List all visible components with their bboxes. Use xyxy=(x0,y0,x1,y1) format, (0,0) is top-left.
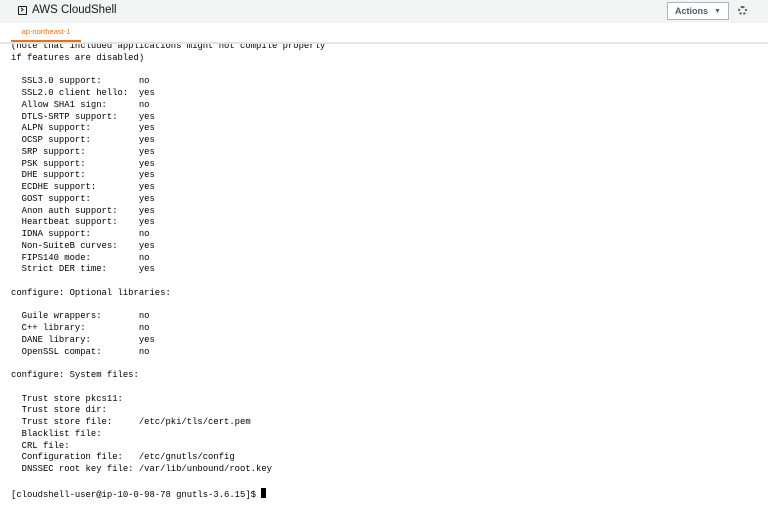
actions-label: Actions xyxy=(675,6,709,16)
terminal-icon xyxy=(18,5,27,15)
terminal-line: SSL2.0 client hello: yes xyxy=(21,88,155,98)
terminal-line: C++ library: no xyxy=(21,323,150,333)
terminal-line: Guile wrappers: no xyxy=(21,311,150,322)
actions-button[interactable]: Actions ▼ xyxy=(667,2,729,20)
terminal-line: CRL file: xyxy=(21,440,70,451)
terminal-line: PSK support: yes xyxy=(21,158,155,169)
terminal-line: Non-SuiteB curves: yes xyxy=(21,240,155,251)
terminal-prompt: [cloudshell-user@ip-10-0-98-78 gnutls-3.… xyxy=(11,489,262,500)
terminal-line: Anon auth support: yes xyxy=(21,205,155,216)
terminal-lines: (note that included applications might n… xyxy=(11,44,325,474)
terminal-line: (note that included applications might n… xyxy=(11,44,326,51)
terminal-line: configure: System files: xyxy=(11,370,139,380)
terminal-line: Trust store pkcs11: xyxy=(21,393,123,404)
terminal-line: ALPN support: yes xyxy=(21,123,155,134)
terminal-line: DTLS-SRTP support: yes xyxy=(21,111,155,122)
terminal-line: DANE library: yes xyxy=(21,334,155,345)
terminal-line: Allow SHA1 sign: no xyxy=(21,99,150,110)
terminal-cursor xyxy=(261,487,267,498)
terminal-line: Trust store file: /etc/pki/tls/cert.pem xyxy=(21,417,251,427)
terminal-line: OCSP support: yes xyxy=(21,135,155,145)
terminal-line: Trust store dir: xyxy=(21,405,107,416)
terminal-line: Blacklist file: xyxy=(21,428,102,439)
terminal-line: IDNA support: no xyxy=(21,229,150,239)
tab-ap-northeast-1[interactable]: ap-northeast-1 xyxy=(11,23,81,42)
terminal-line: ECDHE support: yes xyxy=(21,182,155,192)
terminal-line: configure: Optional libraries: xyxy=(11,287,171,298)
terminal-line: Heartbeat support: yes xyxy=(21,217,155,228)
terminal-line: SSL3.0 support: no xyxy=(21,76,150,87)
terminal-line: DNSSEC root key file: /var/lib/unbound/r… xyxy=(21,464,272,474)
terminal-line: Strict DER time: yes xyxy=(21,264,155,275)
terminal-output: (note that included applications might n… xyxy=(11,44,325,501)
terminal-line: GOST support: yes xyxy=(21,193,155,204)
terminal-line: Configuration file: /etc/gnutls/config xyxy=(21,452,235,463)
terminal-line: SRP support: yes xyxy=(21,146,155,157)
terminal-line: OpenSSL compat: no xyxy=(21,346,150,357)
gear-icon[interactable] xyxy=(738,6,747,15)
terminal-line: FIPS140 mode: no xyxy=(21,252,150,263)
app-title-text: AWS CloudShell xyxy=(32,4,117,16)
header-bar: AWS CloudShell Actions ▼ xyxy=(0,0,768,23)
terminal-line: DHE support: yes xyxy=(21,170,155,181)
caret-down-icon: ▼ xyxy=(714,7,721,15)
terminal[interactable]: (note that included applications might n… xyxy=(0,44,768,505)
tab-bar: ap-northeast-1 xyxy=(0,23,768,44)
terminal-line: if features are disabled) xyxy=(11,52,145,63)
app-title: AWS CloudShell xyxy=(18,4,117,16)
